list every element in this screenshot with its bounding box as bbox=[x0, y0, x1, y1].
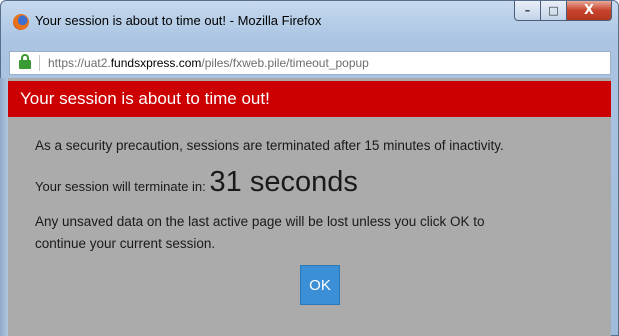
url-bar[interactable]: https://uat2. fundsxpress.com/piles/fxweb… bbox=[9, 51, 611, 75]
url-prefix: https://uat2. bbox=[48, 56, 111, 70]
unsaved-data-warning: Any unsaved data on the last active page… bbox=[35, 211, 485, 255]
countdown-line: Your session will terminate in: 31 secon… bbox=[35, 166, 358, 199]
title-bar[interactable]: Your session is about to time out! - Moz… bbox=[1, 1, 618, 43]
dialog-heading: Your session is about to time out! bbox=[8, 81, 611, 117]
url-path: /piles/fxweb.pile/timeout_popup bbox=[201, 56, 369, 70]
window-frame-left bbox=[0, 78, 8, 336]
window-controls: – □ X bbox=[514, 1, 612, 23]
ok-button[interactable]: OK bbox=[300, 265, 340, 305]
countdown-label: Your session will terminate in: bbox=[35, 179, 206, 194]
url-divider bbox=[39, 55, 40, 71]
timeout-dialog: Your session is about to time out! As a … bbox=[8, 78, 611, 336]
minimize-button[interactable]: – bbox=[514, 1, 541, 21]
countdown-value: 31 seconds bbox=[209, 166, 358, 198]
window-title: Your session is about to time out! - Moz… bbox=[35, 13, 322, 28]
lock-icon bbox=[19, 54, 31, 69]
warning-line-2: continue your current session. bbox=[35, 236, 216, 251]
url-domain: fundsxpress.com bbox=[110, 56, 202, 70]
maximize-button[interactable]: □ bbox=[541, 1, 567, 21]
security-notice: As a security precaution, sessions are t… bbox=[35, 138, 504, 153]
warning-line-1: Any unsaved data on the last active page… bbox=[35, 214, 485, 229]
firefox-icon bbox=[13, 14, 29, 30]
close-button[interactable]: X bbox=[567, 1, 612, 21]
